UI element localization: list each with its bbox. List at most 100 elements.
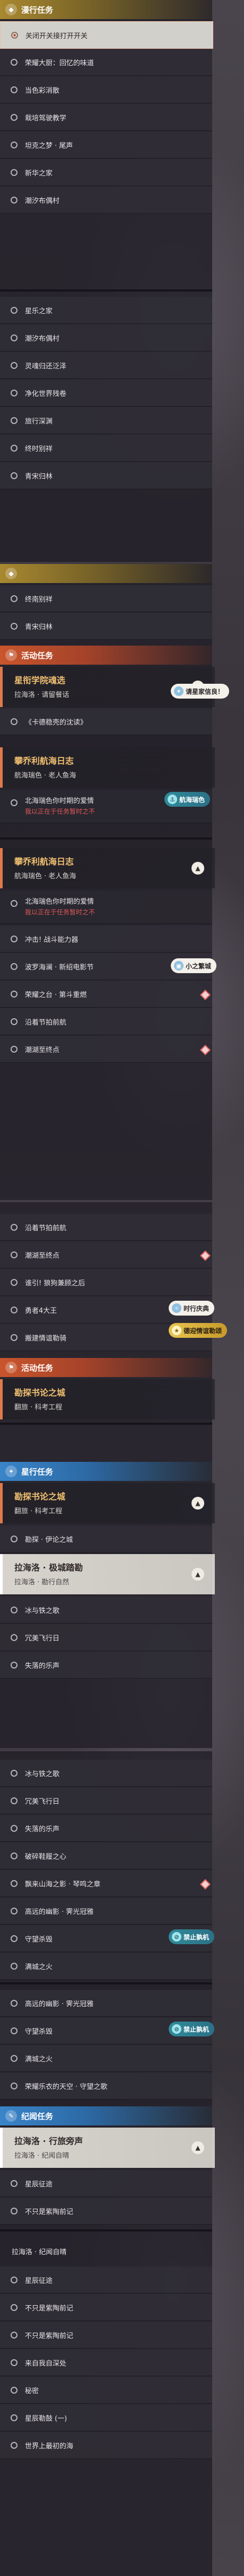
task-title: 星衔学院魂选 [14,675,66,685]
list-item[interactable]: 飘来山海之影 · 琴鸣之章 [0,1870,212,1897]
status-ring-icon [11,113,18,121]
alert-diamond-icon [200,1045,211,1055]
status-ring-icon [11,196,18,204]
list-item[interactable]: 沿着节拍前航 [0,1214,212,1241]
list-item[interactable]: 高远的幽影 · 霁光冠雅 [0,1990,212,2017]
list-item[interactable]: 青宋归林 [0,462,212,489]
list-item[interactable]: 冗美飞行日 [0,1624,212,1651]
list-item[interactable]: 星辰征途 [0,2266,212,2293]
list-item[interactable]: 星辰勒鼓 (一) [0,2404,212,2431]
category-label: 漫行任务 [21,5,54,15]
status-ring-icon [11,1306,18,1313]
list-item[interactable]: 不只是紫陶前记 [0,2294,212,2321]
list-item-failed[interactable]: 北海瑞色你时期的爱情 我以正在于任务暂时之不 [0,890,212,924]
task-subtitle: 拉海洛 · 请留餐话 [14,691,69,699]
list-item[interactable]: 荣耀大厨：回忆的味道 [0,49,212,76]
task-header[interactable]: 勘探书论之城 翻旅 · 科考工程 ▲ [0,1483,215,1523]
list-item[interactable]: 星乐之家 [0,297,212,324]
task-subtitle: 拉海洛 · 纪闻自晴 [14,2152,69,2160]
list-item[interactable]: 栽培驾驶教学 [0,104,212,131]
status-ring-icon [11,31,18,39]
chevron-up-icon[interactable]: ▲ [191,2141,204,2154]
list-item[interactable]: 旅行深渊 [0,407,212,434]
list-item[interactable]: 潮汐布偶村 [0,187,212,214]
status-ring-icon [11,2359,18,2366]
divider [0,2229,212,2231]
task-tag: ▣ 小之繁城 [171,958,217,973]
list-item[interactable]: 《卡德稳壳的沈读》 [0,708,212,735]
task-header-selected[interactable]: 拉海洛 · 行旅旁声 拉海洛 · 纪闻自晴 ▲ [0,2128,215,2168]
chevron-up-icon[interactable]: ▲ [191,1497,204,1510]
divider [0,1423,212,1425]
status-ring-icon [11,1852,18,1859]
category-records-header[interactable]: ✎ 纪闻任务 [0,2106,212,2125]
diamond-icon: ◆ [5,4,17,15]
task-title: 拉海洛 · 行旅旁声 [14,2136,83,2146]
list-item[interactable]: 冰与铁之歌 [0,1596,212,1624]
list-item[interactable]: 潮汐布偶村 [0,324,212,351]
status-ring-icon [11,990,18,998]
list-item[interactable]: 终南别祥 [0,585,212,612]
task-title: 拉海洛 · 极城踏勘 [14,1563,83,1573]
status-ring-icon [11,472,18,479]
task-subtitle: 翻旅 · 科考工程 [14,1404,63,1411]
category-activity-header[interactable]: ⚑ 活动任务 [0,1358,212,1377]
list-item[interactable]: 失落的乐声 [0,1652,212,1679]
task-tag: ✦ 请星家信良！ [171,684,230,699]
list-item[interactable]: 失落的乐声 [0,1815,212,1842]
status-ring-icon [11,1907,18,1915]
status-ring-icon [11,2180,18,2187]
list-item[interactable]: 破碎鞋履之心 [0,1842,212,1869]
list-item[interactable]: 勘探 · 伊论之城 [0,1525,212,1552]
chevron-up-icon[interactable]: ▲ [191,862,204,875]
list-item[interactable]: 星辰征途 [0,2170,212,2197]
list-item[interactable]: 世界上最初的海 [0,2432,212,2459]
category-mission-header[interactable]: ◆ [0,564,212,583]
status-ring-icon [11,1045,18,1053]
status-ring-icon [11,2331,18,2339]
list-item[interactable]: 当色彩消散 [0,76,212,103]
list-item[interactable]: 净化世界残卷 [0,380,212,407]
category-star-header[interactable]: ✦ 星行任务 [0,1462,212,1481]
list-item[interactable]: 灵魂归还泛泽 [0,352,212,379]
list-item[interactable]: 新华之家 [0,159,212,186]
list-item[interactable]: 秘密 [0,2377,212,2404]
list-item[interactable]: 谁引! 狼狗兼顾之后 [0,1269,212,1296]
list-item[interactable]: 潮湖至终点 [0,1036,212,1063]
list-item[interactable]: 冰与铁之歌 [0,1760,212,1787]
list-item[interactable]: 潮湖至终点 [0,1241,212,1268]
task-header[interactable]: 攀乔利航海日志 航海瑞色 · 老人鱼海 [0,747,215,788]
chevron-up-icon[interactable]: ▲ [191,1568,204,1581]
forbidden-icon: ⊘ [172,1932,181,1942]
status-ring-icon [11,1018,18,1025]
list-item[interactable]: 来自我自深处 [0,2349,212,2376]
status-ring-icon [11,1661,18,1669]
list-item[interactable]: 冲击! 战斗能力器 [0,925,212,952]
list-item[interactable]: 荣耀乐衣的天空 · 守望之歌 [0,2072,212,2099]
status-ring-icon [11,2054,18,2062]
list-item[interactable]: 冗美飞行日 [0,1787,212,1814]
list-item-selected[interactable]: 关闭开关接打开开关 [0,21,213,49]
list-item[interactable]: 不只是紫陶前记 [0,2322,212,2349]
task-header[interactable]: 攀乔利航海日志 航海瑞色 · 老人鱼海 ▲ [0,848,215,888]
list-item[interactable]: 高远的幽影 · 霁光冠雅 [0,1898,212,1925]
task-tag: ★ 德迎情谊勒颂 [169,1323,228,1338]
list-item[interactable]: 满城之火 [0,1953,212,1980]
list-item[interactable]: 满城之火 [0,2045,212,2072]
status-ring-icon [11,1769,18,1777]
task-header-selected[interactable]: 拉海洛 · 极城踏勘 拉海洛 · 勘行自然 ▲ [0,1554,215,1594]
list-item[interactable]: 坦克之梦 · 尾声 [0,131,212,158]
list-item[interactable]: 不只是紫陶前记 [0,2198,212,2225]
list-item[interactable]: 青宋归林 [0,613,212,640]
task-header[interactable]: 勘探书论之城 翻旅 · 科考工程 [0,1379,215,1419]
trophy-icon: ★ [172,1326,181,1335]
list-item[interactable]: 荣耀之台 · 第斗重燃 [0,981,212,1008]
list-item[interactable]: 沿着节拍前航 [0,1008,212,1035]
category-mission-header[interactable]: ◆ 漫行任务 [0,0,212,19]
status-ring-icon [11,1223,18,1231]
category-activity-header[interactable]: ⚑ 活动任务 [0,646,212,665]
warning-text: 我以正在于任务暂时之不 [25,808,95,815]
list-item[interactable]: 终时别祥 [0,435,212,462]
status-ring-icon [11,1278,18,1286]
flag-icon: ⚑ [5,1362,17,1373]
